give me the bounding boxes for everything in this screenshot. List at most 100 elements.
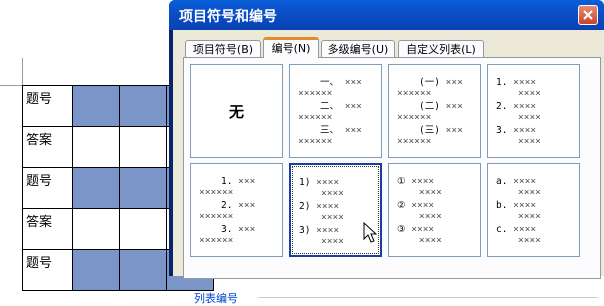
option-line: (一) ××× xyxy=(419,77,463,88)
numbering-option-arabic-dot-right[interactable]: 1. ××× ×××××× 2. ××× ×××××× 3. ××× ×××××× xyxy=(190,163,283,257)
number-mark: 1. xyxy=(496,77,514,88)
option-line: 2) ×××× xyxy=(299,201,340,212)
option-line: ① ×××× xyxy=(397,176,435,187)
table-cell[interactable] xyxy=(119,85,167,127)
number-mark: (三) xyxy=(419,125,446,136)
dialog-title: 项目符号和编号 xyxy=(179,9,277,25)
option-line: ×××××× xyxy=(397,136,432,147)
option-line: b. ×××× xyxy=(496,200,537,211)
table-cell[interactable] xyxy=(72,167,120,209)
option-line: ×××× xyxy=(419,211,442,222)
number-mark: (二) xyxy=(419,101,446,112)
tab-numbering[interactable]: 编号(N) xyxy=(263,37,319,58)
option-line: 3. ×××× xyxy=(496,125,537,136)
table-cell[interactable] xyxy=(119,208,167,250)
option-line: 三、 ××× xyxy=(320,125,362,136)
row-label[interactable]: 答案 xyxy=(22,208,73,250)
row-label[interactable]: 答案 xyxy=(22,126,73,168)
number-mark: 1) xyxy=(299,177,317,188)
row-label[interactable]: 题号 xyxy=(22,167,73,209)
tab-multilevel[interactable]: 多级编号(U) xyxy=(321,40,395,58)
close-button[interactable] xyxy=(578,5,598,25)
option-line: 一、 ××× xyxy=(320,77,362,88)
margin-guide-horizontal xyxy=(0,85,22,86)
option-line: 1. ×××× xyxy=(496,77,537,88)
option-line: ×××××× xyxy=(199,235,234,246)
option-line: ×××× xyxy=(321,212,344,223)
option-none-label: 无 xyxy=(228,103,244,121)
number-mark: ② xyxy=(397,200,412,211)
option-line: ×××××× xyxy=(199,187,234,198)
number-mark: 3. xyxy=(496,125,514,136)
number-mark: a. xyxy=(496,176,514,187)
option-line: ×××××× xyxy=(199,211,234,222)
option-line: ② ×××× xyxy=(397,200,435,211)
number-mark: 3) xyxy=(299,225,317,236)
dialog-titlebar[interactable]: 项目符号和编号 xyxy=(169,0,604,30)
number-mark: 三、 xyxy=(320,125,345,136)
numbering-option-chinese-paren[interactable]: (一) ××× ×××××× (二) ××× ×××××× (三) ××× ×××××× xyxy=(388,64,481,158)
tab-bullets[interactable]: 项目符号(B) xyxy=(185,40,261,58)
option-line: ×××× xyxy=(518,211,541,222)
option-line: (三) ××× xyxy=(419,125,463,136)
option-line: ③ ×××× xyxy=(397,224,435,235)
table-cell[interactable] xyxy=(119,126,167,168)
option-line: 3. ××× xyxy=(221,224,256,235)
option-line: 2. ×××× xyxy=(496,101,537,112)
numbering-option-arabic-dot[interactable]: 1. ×××× ×××× 2. ×××× ×××× 3. ×××× ×××× xyxy=(487,64,580,158)
option-line: c. ×××× xyxy=(496,224,537,235)
tab-custom-list[interactable]: 自定义列表(L) xyxy=(398,40,484,58)
number-mark: 2. xyxy=(496,101,514,112)
list-numbering-group-label: 列表编号 xyxy=(194,292,238,305)
option-line: 3) ×××× xyxy=(299,225,340,236)
row-label[interactable]: 题号 xyxy=(22,249,73,291)
bullets-numbering-dialog: 项目符号和编号 项目符号(B) 编号(N) 多级编号(U) 自定义列表(L) 无… xyxy=(169,0,604,305)
option-line: ×××××× xyxy=(397,112,432,123)
option-line: 2. ××× xyxy=(221,200,256,211)
row-label[interactable]: 题号 xyxy=(22,85,73,127)
numbering-option-alpha-dot[interactable]: a. ×××× ×××× b. ×××× ×××× c. ×××× ×××× xyxy=(487,163,580,257)
numbering-option-none[interactable]: 无 xyxy=(190,64,283,158)
option-line: ×××× xyxy=(321,188,344,199)
option-line: ×××× xyxy=(518,136,541,147)
option-line: ×××× xyxy=(518,187,541,198)
margin-guide-vertical xyxy=(22,58,23,86)
option-line: a. ×××× xyxy=(496,176,537,187)
table-cell[interactable] xyxy=(72,249,120,291)
option-line: ×××××× xyxy=(298,88,333,99)
number-mark: b. xyxy=(496,200,514,211)
numbering-option-circled[interactable]: ① ×××× ×××× ② ×××× ×××× ③ ×××× ×××× xyxy=(388,163,481,257)
number-mark: c. xyxy=(496,224,514,235)
number-mark: 一、 xyxy=(320,77,345,88)
number-mark: 2) xyxy=(299,201,317,212)
dialog-body: 项目符号(B) 编号(N) 多级编号(U) 自定义列表(L) 无一、 ××× ××… xyxy=(173,30,604,305)
number-mark: ③ xyxy=(397,224,412,235)
table-cell[interactable] xyxy=(119,167,167,209)
table-cell[interactable] xyxy=(72,126,120,168)
number-mark: 3. xyxy=(221,224,239,235)
number-mark: 1. xyxy=(221,176,239,187)
option-line: ×××× xyxy=(518,235,541,246)
number-mark: 二、 xyxy=(320,101,345,112)
option-line: ×××××× xyxy=(298,136,333,147)
option-line: ×××× xyxy=(518,88,541,99)
option-line: ×××× xyxy=(419,235,442,246)
number-mark: 2. xyxy=(221,200,239,211)
number-mark: ① xyxy=(397,176,412,187)
table-cell[interactable] xyxy=(119,249,167,291)
option-line: ×××× xyxy=(518,112,541,123)
table-cell[interactable] xyxy=(72,208,120,250)
option-line: ×××××× xyxy=(397,88,432,99)
option-line: (二) ××× xyxy=(419,101,463,112)
option-line: 二、 ××× xyxy=(320,101,362,112)
option-line: 1. ××× xyxy=(221,176,256,187)
close-icon xyxy=(583,10,593,20)
number-mark: (一) xyxy=(419,77,446,88)
mouse-cursor-icon xyxy=(363,222,377,243)
table-cell[interactable] xyxy=(72,85,120,127)
numbering-option-chinese-comma[interactable]: 一、 ××× ×××××× 二、 ××× ×××××× 三、 ××× ×××××× xyxy=(289,64,382,158)
group-divider xyxy=(258,297,598,298)
numbering-panel: 无一、 ××× ×××××× 二、 ××× ×××××× 三、 ××× ×××××× (一)… xyxy=(183,57,601,305)
option-line: 1) ×××× xyxy=(299,177,340,188)
option-line: ×××× xyxy=(321,236,344,247)
